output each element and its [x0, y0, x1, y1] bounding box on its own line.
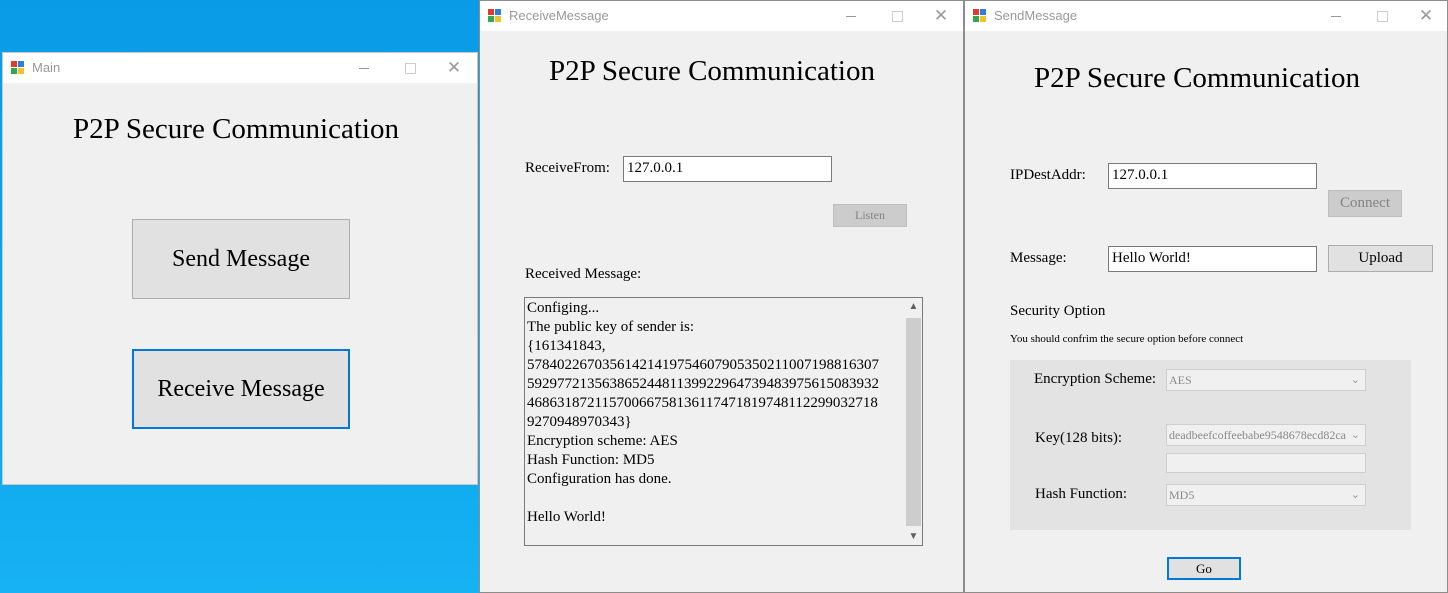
- receive-from-input[interactable]: 127.0.0.1: [623, 156, 832, 182]
- minimize-icon[interactable]: [349, 57, 379, 79]
- ip-dest-input[interactable]: 127.0.0.1: [1108, 163, 1317, 189]
- scroll-thumb[interactable]: [906, 318, 921, 526]
- receive-titlebar[interactable]: ReceiveMessage ✕: [480, 1, 963, 31]
- chevron-down-icon: ⌄: [1350, 489, 1360, 501]
- message-input[interactable]: Hello World!: [1108, 246, 1317, 272]
- log-line: Configuration has done.: [527, 471, 672, 487]
- go-button[interactable]: Go: [1167, 557, 1241, 580]
- close-icon[interactable]: ✕: [439, 57, 469, 79]
- security-option-title: Security Option: [1010, 303, 1106, 319]
- upload-button[interactable]: Upload: [1328, 245, 1433, 272]
- main-window: Main ✕ P2P Secure Communication Send Mes…: [2, 52, 478, 485]
- received-message-label: Received Message:: [525, 266, 642, 282]
- listen-button[interactable]: Listen: [833, 204, 907, 227]
- main-heading: P2P Secure Communication: [73, 113, 399, 145]
- send-titlebar[interactable]: SendMessage ✕: [965, 1, 1447, 31]
- minimize-icon[interactable]: [836, 5, 866, 27]
- receive-from-label: ReceiveFrom:: [525, 160, 610, 176]
- message-label: Message:: [1010, 250, 1067, 266]
- log-line: The public key of sender is:: [527, 319, 695, 335]
- log-line: {161341843,: [527, 338, 606, 354]
- send-message-button[interactable]: Send Message: [132, 219, 350, 299]
- hash-function-select[interactable]: MD5 ⌄: [1166, 484, 1366, 506]
- main-titlebar[interactable]: Main ✕: [3, 53, 477, 83]
- maximize-icon: [882, 5, 912, 27]
- app-icon: [488, 9, 502, 23]
- log-line: 5929772135638652448113992296473948397561…: [527, 376, 879, 392]
- scroll-up-icon[interactable]: ▲: [905, 298, 922, 315]
- received-message-textarea[interactable]: Configing... The public key of sender is:…: [524, 297, 923, 546]
- receive-message-button[interactable]: Receive Message: [132, 349, 350, 429]
- log-line: Encryption scheme: AES: [527, 433, 678, 449]
- minimize-icon[interactable]: [1321, 5, 1351, 27]
- security-options-panel: Encryption Scheme: AES ⌄ Key(128 bits): …: [1010, 360, 1411, 530]
- maximize-icon: [1367, 5, 1397, 27]
- key-extra-field[interactable]: [1166, 453, 1366, 473]
- send-heading: P2P Secure Communication: [1034, 62, 1360, 94]
- encryption-scheme-select[interactable]: AES ⌄: [1166, 369, 1366, 391]
- log-line: Hash Function: MD5: [527, 452, 655, 468]
- chevron-down-icon: ⌄: [1350, 429, 1360, 441]
- close-icon[interactable]: ✕: [926, 5, 956, 27]
- app-icon: [973, 9, 987, 23]
- send-window: SendMessage ✕ P2P Secure Communication I…: [964, 0, 1448, 593]
- main-title: Main: [32, 60, 61, 75]
- log-line: 9270948970343}: [527, 414, 632, 430]
- receive-heading: P2P Secure Communication: [549, 55, 875, 87]
- log-line: 5784022670356142141975460790535021100719…: [527, 357, 879, 373]
- chevron-down-icon: ⌄: [1350, 374, 1360, 386]
- hash-function-label: Hash Function:: [1035, 486, 1128, 502]
- app-icon: [11, 61, 25, 75]
- connect-button[interactable]: Connect: [1328, 190, 1402, 217]
- send-title: SendMessage: [994, 8, 1078, 23]
- receive-title: ReceiveMessage: [509, 8, 609, 23]
- key-select[interactable]: deadbeefcoffeebabe9548678ecd82ca ⌄: [1166, 424, 1366, 446]
- scroll-down-icon[interactable]: ▼: [905, 528, 922, 545]
- hash-function-value: MD5: [1169, 488, 1195, 502]
- log-line: Configing...: [527, 300, 600, 316]
- close-icon[interactable]: ✕: [1411, 5, 1441, 27]
- log-line: 4686318721157006675813611747181974811229…: [527, 395, 878, 411]
- security-note: You should confrim the secure option bef…: [1010, 333, 1244, 345]
- key-label: Key(128 bits):: [1035, 430, 1123, 446]
- receive-window: ReceiveMessage ✕ P2P Secure Communicatio…: [479, 0, 964, 593]
- maximize-icon: [395, 57, 425, 79]
- encryption-scheme-value: AES: [1169, 373, 1192, 387]
- vertical-scrollbar[interactable]: ▲ ▼: [905, 298, 922, 545]
- received-message-log: Configing... The public key of sender is:…: [527, 299, 905, 527]
- encryption-scheme-label: Encryption Scheme:: [1034, 371, 1157, 387]
- log-line: Hello World!: [527, 509, 606, 525]
- key-value: deadbeefcoffeebabe9548678ecd82ca: [1169, 428, 1347, 442]
- ip-dest-label: IPDestAddr:: [1010, 167, 1086, 183]
